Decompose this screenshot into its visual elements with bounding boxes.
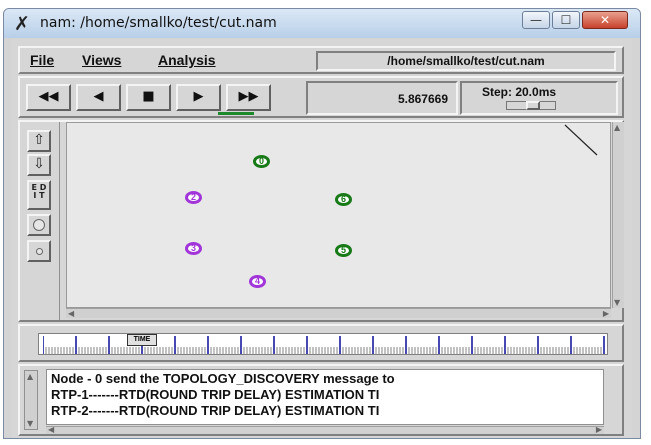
stop-button[interactable]: ■	[126, 84, 171, 111]
menu-analysis-label: Analysis	[158, 52, 216, 68]
time-display: 5.867669	[306, 81, 458, 115]
timeline-knob[interactable]: TIME	[127, 334, 157, 346]
node-4-label: 4	[254, 276, 260, 286]
scroll-left-icon[interactable]: ◀	[68, 309, 74, 318]
minimize-button[interactable]: —	[522, 11, 550, 29]
rewind-button[interactable]: ◀	[76, 84, 121, 111]
close-button[interactable]: ✕	[582, 11, 628, 29]
maximize-button[interactable]: ☐	[552, 11, 580, 29]
log-vertical-scrollbar[interactable]: ▲ ▼	[24, 370, 38, 430]
node-6[interactable]: 6	[335, 193, 352, 206]
play-button[interactable]: ▶	[176, 84, 221, 111]
link-line	[564, 124, 598, 156]
timeline-slider[interactable]: TIME	[38, 333, 608, 355]
menu-file-label: File	[30, 52, 55, 68]
node-3-label: 3	[190, 243, 196, 253]
log-line: RTP-2-------RTD(ROUND TRIP DELAY) ESTIMA…	[51, 403, 380, 418]
menu-file[interactable]: File	[30, 52, 54, 68]
log-text[interactable]: Node - 0 send the TOPOLOGY_DISCOVERY mes…	[46, 369, 604, 425]
node-3[interactable]: 3	[185, 242, 202, 255]
edit-button[interactable]: E D I T	[27, 180, 51, 210]
rewind-fast-button[interactable]: ◀◀	[26, 84, 71, 111]
node-6-label: 6	[340, 194, 346, 204]
scroll-up-icon[interactable]: ▲	[614, 123, 620, 132]
step-control: Step: 20.0ms	[460, 81, 618, 115]
circle-small-icon	[35, 248, 43, 255]
node-0-label: 0	[258, 156, 264, 166]
node-0[interactable]: 0	[253, 155, 270, 168]
animation-area: ⇧ ⇩ E D I T 0 2 6 3 5 4 ▲ ▼ ◀ ▶	[18, 120, 624, 322]
large-circle-tool[interactable]	[27, 214, 51, 236]
step-slider[interactable]	[506, 101, 556, 110]
zoom-in-button[interactable]: ⇧	[27, 130, 51, 152]
menu-views-label: Views	[82, 52, 122, 68]
file-path-display: /home/smallko/test/cut.nam	[316, 51, 616, 71]
node-5[interactable]: 5	[335, 244, 352, 257]
log-line: Node - 0 send the TOPOLOGY_DISCOVERY mes…	[51, 371, 395, 386]
client-area: File Views Analysis /home/smallko/test/c…	[12, 39, 632, 438]
canvas-drawing	[564, 124, 598, 156]
log-scroll-down-icon[interactable]: ▼	[27, 419, 33, 428]
nam-window: ✗ nam: /home/smallko/test/cut.nam — ☐ ✕ …	[3, 8, 641, 439]
network-canvas[interactable]: 0 2 6 3 5 4	[66, 122, 611, 308]
step-slider-knob[interactable]	[526, 101, 540, 110]
menubar: File Views Analysis /home/smallko/test/c…	[18, 46, 624, 74]
log-panel: ▲ ▼ Node - 0 send the TOPOLOGY_DISCOVERY…	[18, 364, 624, 436]
menu-analysis[interactable]: Analysis	[158, 52, 216, 68]
playback-controls: ◀◀ ◀ ■ ▶ ▶▶ 5.867669 Step: 20.0ms	[18, 76, 624, 118]
zoom-in-icon: ⇧	[33, 132, 45, 148]
circle-large-icon	[33, 219, 45, 231]
play-indicator	[218, 112, 254, 115]
scroll-right-icon[interactable]: ▶	[603, 309, 609, 318]
timeline-panel: TIME	[18, 324, 624, 362]
tool-column: ⇧ ⇩ E D I T	[20, 122, 60, 320]
canvas-vertical-scrollbar[interactable]: ▲ ▼	[612, 122, 624, 308]
node-5-label: 5	[340, 245, 346, 255]
small-circle-tool[interactable]	[27, 240, 51, 262]
log-line: RTP-1-------RTD(ROUND TRIP DELAY) ESTIMA…	[51, 387, 380, 402]
log-scroll-up-icon[interactable]: ▲	[27, 372, 33, 381]
log-scroll-left-icon[interactable]: ◀	[48, 425, 54, 434]
zoom-out-icon: ⇩	[33, 156, 45, 172]
fast-forward-button[interactable]: ▶▶	[226, 84, 271, 111]
zoom-out-button[interactable]: ⇩	[27, 154, 51, 176]
time-value: 5.867669	[397, 92, 448, 106]
step-label: Step: 20.0ms	[482, 85, 557, 99]
scroll-down-icon[interactable]: ▼	[614, 298, 620, 307]
window-title: nam: /home/smallko/test/cut.nam	[40, 15, 277, 31]
title-bar[interactable]: ✗ nam: /home/smallko/test/cut.nam — ☐ ✕	[4, 9, 640, 38]
node-2-label: 2	[190, 192, 196, 202]
log-horizontal-scrollbar[interactable]: ◀ ▶	[46, 425, 604, 434]
menu-views[interactable]: Views	[82, 52, 121, 68]
log-scroll-right-icon[interactable]: ▶	[596, 425, 602, 434]
canvas-horizontal-scrollbar[interactable]: ◀ ▶	[66, 308, 611, 318]
node-2[interactable]: 2	[185, 191, 202, 204]
node-4[interactable]: 4	[249, 275, 266, 288]
x-icon: ✗	[14, 13, 30, 35]
